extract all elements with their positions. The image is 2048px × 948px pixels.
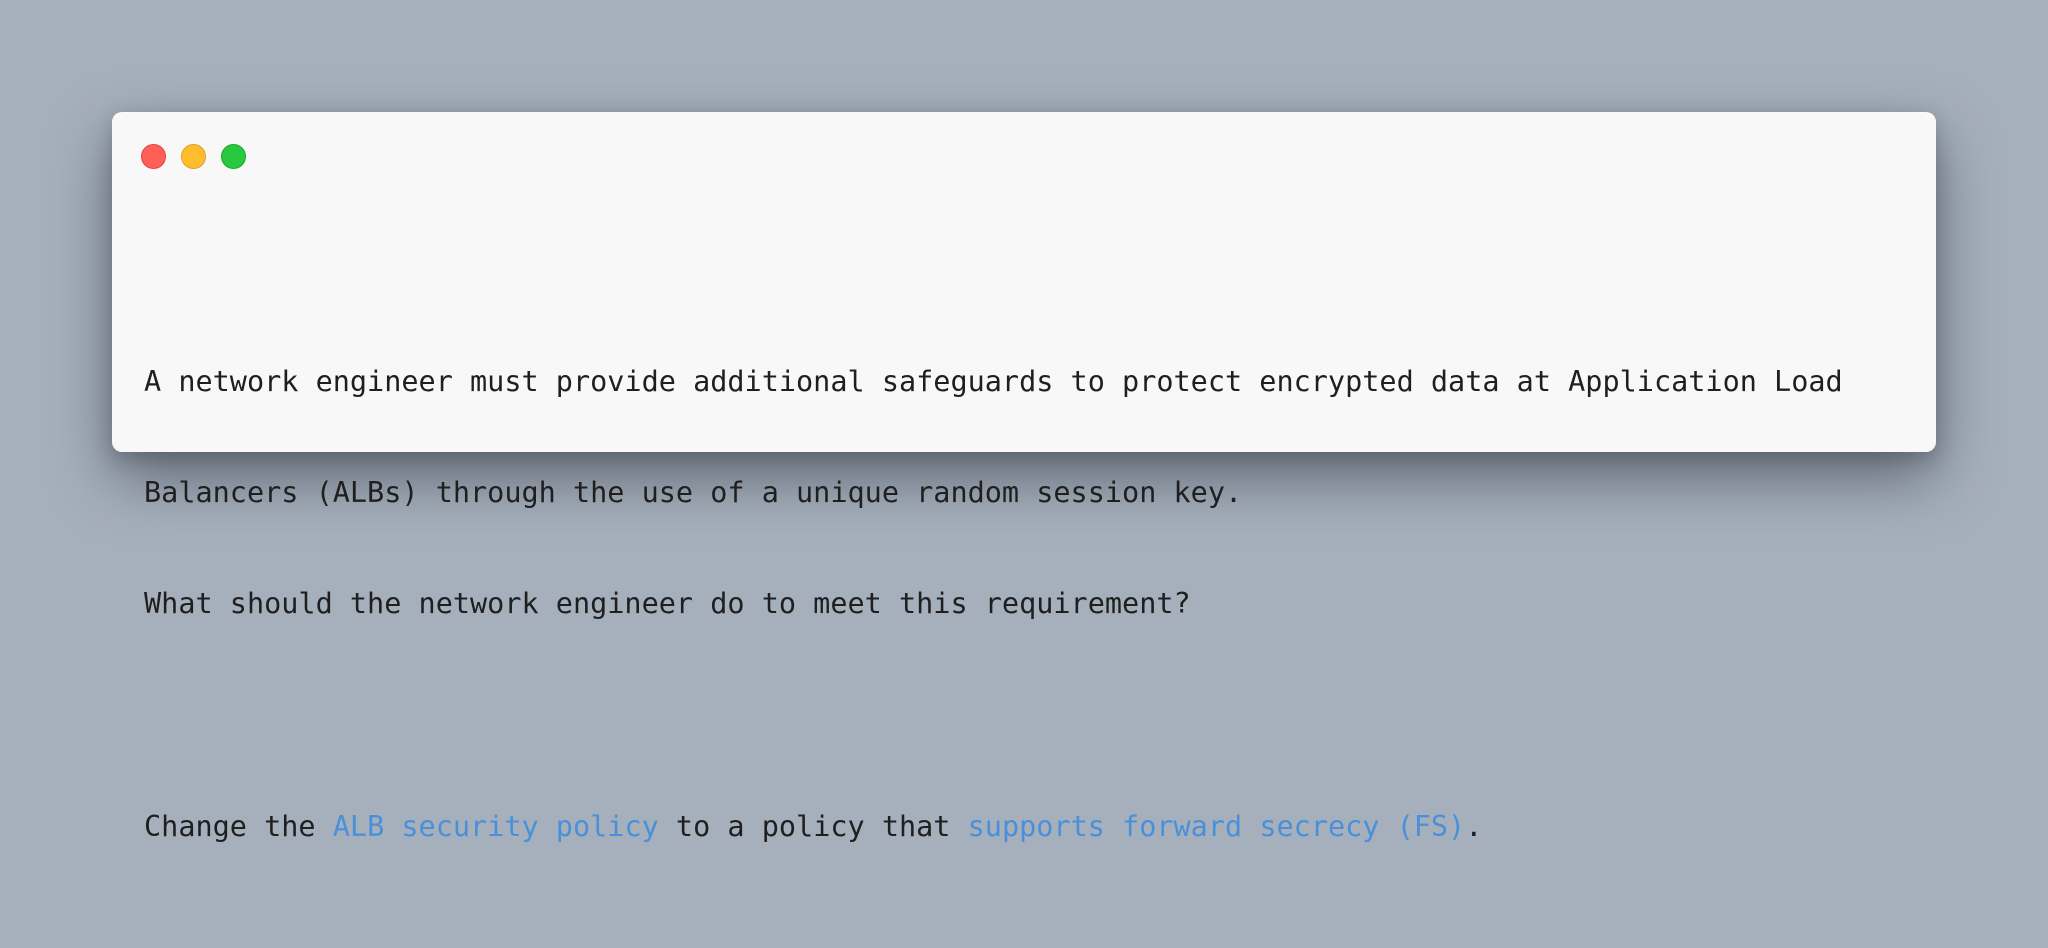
question-text: A network engineer must provide addition… bbox=[144, 289, 1904, 696]
terminal-window: A network engineer must provide addition… bbox=[112, 112, 1936, 843]
answer-part-3: . bbox=[1465, 810, 1483, 843]
minimize-icon[interactable] bbox=[181, 144, 206, 169]
answer-part-1: Change the bbox=[144, 810, 333, 843]
close-icon[interactable] bbox=[141, 144, 166, 169]
answer-highlight-alb-security-policy: ALB security policy bbox=[332, 810, 659, 843]
window-content: A network engineer must provide addition… bbox=[144, 215, 1904, 948]
window-controls bbox=[141, 144, 246, 169]
maximize-icon[interactable] bbox=[221, 144, 246, 169]
answer-text: Change the ALB security policy to a poli… bbox=[144, 808, 1904, 845]
question-line-3: What should the network engineer do to m… bbox=[144, 587, 1191, 620]
answer-part-2: to a policy that bbox=[658, 810, 968, 843]
answer-highlight-forward-secrecy: supports forward secrecy (FS) bbox=[967, 810, 1466, 843]
question-line-1: A network engineer must provide addition… bbox=[144, 365, 1843, 398]
question-line-2: Balancers (ALBs) through the use of a un… bbox=[144, 476, 1243, 509]
